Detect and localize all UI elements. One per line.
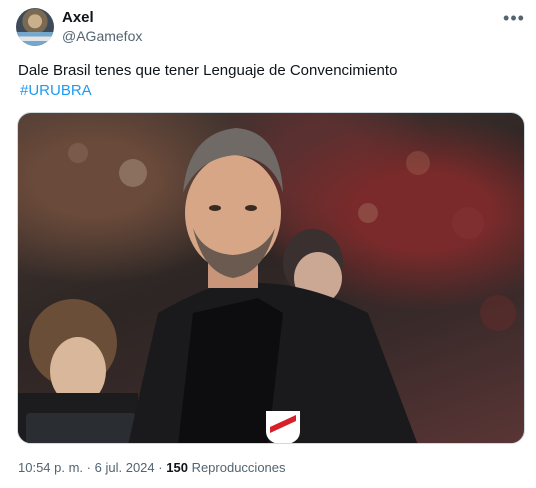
more-options-icon[interactable]: ••• <box>502 6 526 30</box>
avatar[interactable] <box>16 8 54 46</box>
crest-badge <box>266 411 300 443</box>
photo-illustration <box>18 128 516 443</box>
tweet-date[interactable]: 6 jul. 2024 <box>95 460 155 475</box>
eye-right <box>245 205 257 211</box>
tweet-time[interactable]: 10:54 p. m. <box>18 460 83 475</box>
eye-left <box>209 205 221 211</box>
views-count: 150 <box>166 460 188 475</box>
tweet-card: Axel @AGamefox ••• Dale Brasil tenes que… <box>0 0 536 488</box>
tweet-text: Dale Brasil tenes que tener Lenguaje de … <box>18 62 398 79</box>
author-handle[interactable]: @AGamefox <box>62 28 142 44</box>
meta-separator: · <box>86 460 92 475</box>
views-label: Reproducciones <box>191 460 286 475</box>
tweet-meta: 10:54 p. m. · 6 jul. 2024 · 150 Reproduc… <box>18 460 286 475</box>
avatar-flag <box>16 32 54 46</box>
face <box>185 155 281 271</box>
meta-separator: · <box>158 460 163 475</box>
author-name[interactable]: Axel <box>62 9 94 26</box>
tweet-photo[interactable] <box>17 112 525 444</box>
background-person-left <box>18 299 138 443</box>
hashtag-link[interactable]: #URUBRA <box>20 82 92 99</box>
